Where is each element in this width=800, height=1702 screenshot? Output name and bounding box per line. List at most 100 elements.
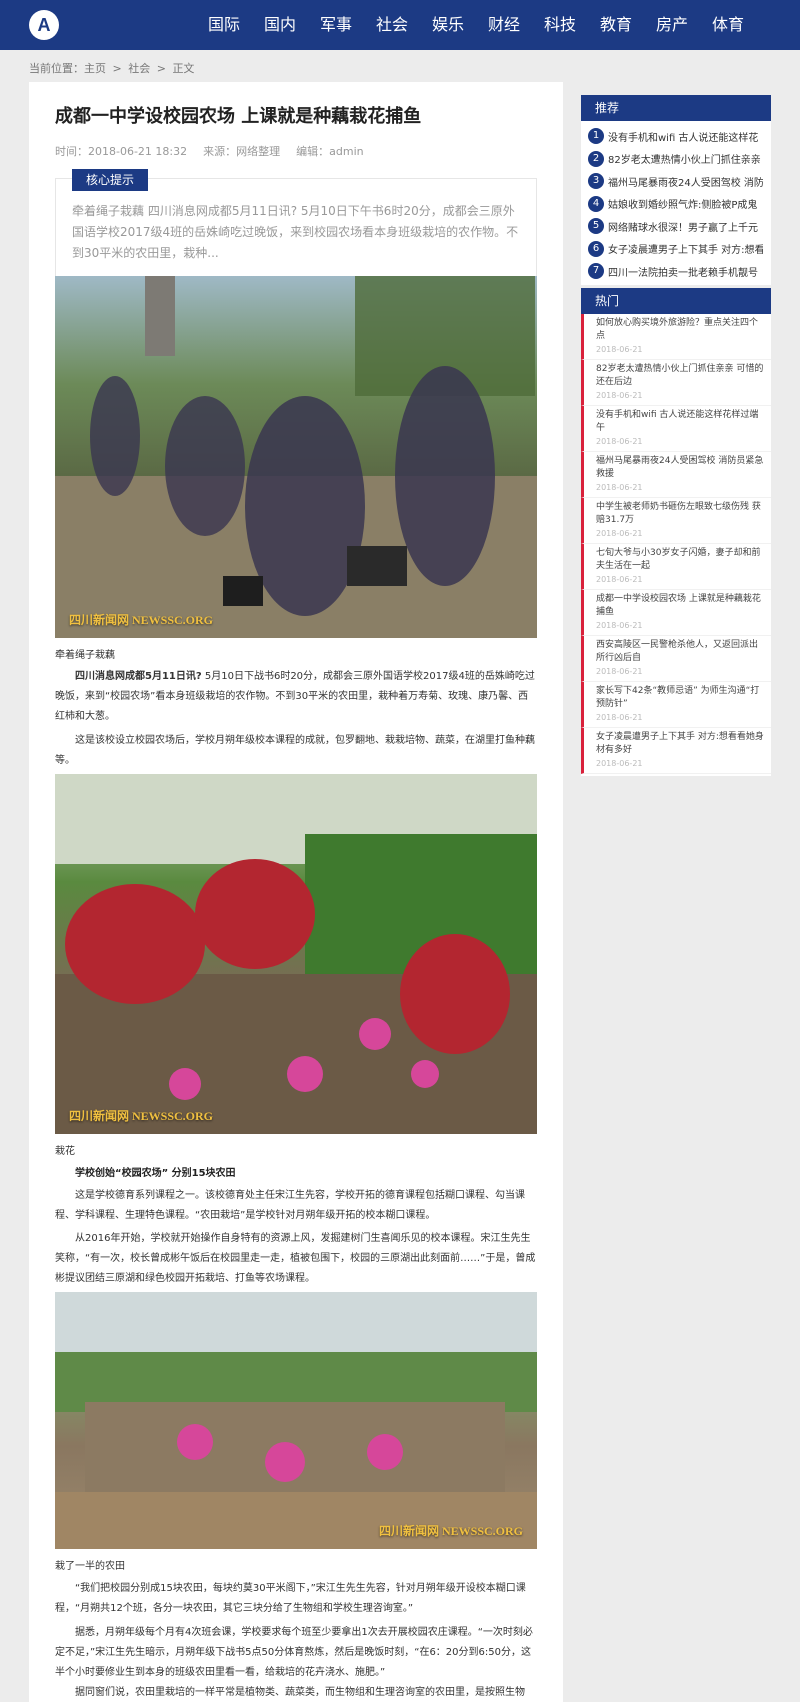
recommend-link[interactable]: 姑娘收到婚纱照气炸:侧脸被P成鬼 [608,196,763,211]
nav-item-realestate[interactable]: 房产 [644,0,700,50]
hot-date: 2018-06-21 [596,621,643,630]
photo-watermark: 四川新闻网 NEWSSC.ORG [69,613,214,627]
nav-item-intl[interactable]: 国际 [196,0,252,50]
nav-item-military[interactable]: 军事 [308,0,364,50]
site-header: A 国际 国内 军事 社会 娱乐 财经 科技 教育 房产 体育 [0,0,800,50]
article-time: 时间：2018-06-21 18:32 [55,145,188,158]
hot-heading: 热门 [581,288,771,314]
hot-link[interactable]: 七旬大爷与小30岁女子闪婚，妻子却和前夫生活在一起 [596,547,765,573]
photo-2-scene [55,774,537,1134]
recommend-item[interactable]: 7 四川一法院拍卖一批老赖手机靓号 [581,260,771,283]
recommend-item[interactable]: 3 福州马尾暴雨夜24人受困驾校 消防 [581,170,771,193]
article-subheading: 学校创始“校园农场” 分别15块农田 [75,1168,236,1179]
article-meta: 时间：2018-06-21 18:32 来源：网络整理 编辑：admin [55,143,364,159]
hot-date: 2018-06-21 [596,345,643,354]
abstract-tag: 核心提示 [72,169,148,191]
article-paragraph: “我们把校园分别成15块农田，每块约莫30平米阁下，”宋江生先生先容，针对月朔年… [55,1583,526,1614]
rank-badge: 7 [588,263,604,280]
article-photo-1: 四川新闻网 NEWSSC.ORG [55,276,537,638]
recommend-link[interactable]: 福州马尾暴雨夜24人受困驾校 消防 [608,174,763,189]
hot-link[interactable]: 家长写下42条“教师忌语” 为师生沟通“打预防针” [596,685,765,711]
recommend-link[interactable]: 没有手机和wifi 古人说还能这样花 [608,129,763,144]
article-paragraph: 从2016年开始，学校就开始操作自身特有的资源上风，发掘建树门生喜闻乐见的校本课… [55,1233,536,1284]
recommend-heading: 推荐 [581,95,771,121]
hot-link[interactable]: 成都一中学设校园农场 上课就是种藕栽花捕鱼 [596,593,765,619]
hot-link[interactable]: 82岁老太遭热情小伙上门抓住亲亲 可惜的还在后边 [596,363,765,389]
nav-item-education[interactable]: 教育 [588,0,644,50]
hot-link[interactable]: 中学生被老师奶书砸伤左眼致七级伤残 获赔31.7万 [596,501,765,527]
photo-caption-1: 牵着绳子栽藕 [55,650,115,661]
hot-item[interactable]: 家长写下42条“教师忌语” 为师生沟通“打预防针” 2018-06-21 [581,682,771,728]
article-paragraph: 据悉，月朔年级每个月有4次班会课，学校要求每个班至少要拿出1次去开展校园农庄课程… [55,1627,533,1678]
rank-badge: 3 [588,173,604,190]
recommend-link[interactable]: 82岁老太遭热情小伙上门抓住亲亲 [608,151,763,166]
article-paragraph: 这是学校德育系列课程之一。该校德育处主任宋江生先容，学校开拓的德育课程包括糊口课… [55,1190,525,1221]
recommend-item[interactable]: 1 没有手机和wifi 古人说还能这样花 [581,125,771,148]
breadcrumb-sep: > [156,62,166,75]
rank-badge: 2 [588,150,604,167]
abstract-text: 牵着绳子栽藕 四川消息网成都5月11日讯? 5月10日下午书6时20分，成都会三… [72,204,519,260]
recommend-list: 1 没有手机和wifi 古人说还能这样花 2 82岁老太遭热情小伙上门抓住亲亲 3福… [581,121,771,283]
recommend-item[interactable]: 5 网络赌球水很深！男子赢了上千元 [581,215,771,238]
hot-link[interactable]: 没有手机和wifi 古人说还能这样花样过端午 [596,409,765,435]
nav-item-entertainment[interactable]: 娱乐 [420,0,476,50]
article-paragraph: 据同窗们说，农田里栽培的一样平常是植物类、蔬菜类，而生物组和生理咨询室的农田里，… [75,1687,525,1698]
hot-item[interactable]: 西安高陵区一民警枪杀他人，又返回派出所行凶后自 2018-06-21 [581,636,771,682]
hot-link[interactable]: 福州马尾暴雨夜24人受困驾校 消防员紧急救援 [596,455,765,481]
hot-date: 2018-06-21 [596,483,643,492]
paragraph-lead: 四川消息网成都5月11日讯? [75,671,202,682]
nav-item-domestic[interactable]: 国内 [252,0,308,50]
recommend-link[interactable]: 四川一法院拍卖一批老赖手机靓号 [608,264,763,279]
hot-date: 2018-06-21 [596,713,643,722]
hot-date: 2018-06-21 [596,759,643,768]
site-logo[interactable]: A [29,10,59,40]
breadcrumb-category[interactable]: 社会 [128,62,150,75]
recommend-link[interactable]: 女子凌晨遭男子上下其手 对方:想看 [608,241,763,256]
rank-badge: 1 [588,128,604,145]
recommend-item[interactable]: 4 姑娘收到婚纱照气炸:侧脸被P成鬼 [581,193,771,216]
logo-icon: A [37,14,51,35]
hot-item[interactable]: 七旬大爷与小30岁女子闪婚，妻子却和前夫生活在一起 2018-06-21 [581,544,771,590]
photo-1-scene [55,276,537,638]
nav-item-tech[interactable]: 科技 [532,0,588,50]
photo-caption-3: 栽了一半的农田 [55,1561,125,1572]
recommend-item[interactable]: 2 82岁老太遭热情小伙上门抓住亲亲 [581,148,771,171]
nav-item-finance[interactable]: 财经 [476,0,532,50]
hot-item[interactable]: 福州马尾暴雨夜24人受困驾校 消防员紧急救援 2018-06-21 [581,452,771,498]
recommend-panel: 推荐 1 没有手机和wifi 古人说还能这样花 2 82岁老太遭热情小伙上门抓住亲亲… [581,95,771,285]
rank-badge: 6 [588,240,604,257]
hot-date: 2018-06-21 [596,391,643,400]
recommend-link[interactable]: 网络赌球水很深！男子赢了上千元 [608,219,763,234]
hot-item[interactable]: 中学生被老师奶书砸伤左眼致七级伤残 获赔31.7万 2018-06-21 [581,498,771,544]
hot-link[interactable]: 如何放心购买境外旅游险？重点关注四个点 [596,317,765,343]
article-card: 成都一中学设校园农场 上课就是种藕栽花捕鱼 时间：2018-06-21 18:3… [29,82,563,1702]
hot-date: 2018-06-21 [596,667,643,676]
nav-item-society[interactable]: 社会 [364,0,420,50]
hot-item[interactable]: 成都一中学设校园农场 上课就是种藕栽花捕鱼 2018-06-21 [581,590,771,636]
hot-item[interactable]: 82岁老太遭热情小伙上门抓住亲亲 可惜的还在后边 2018-06-21 [581,360,771,406]
article-editor: 编辑：admin [296,145,364,158]
photo-caption-2: 栽花 [55,1146,75,1157]
article-paragraph: 四川消息网成都5月11日讯? 5月10日下战书6时20分，成都会三原外国语学校2… [55,667,537,727]
article-title: 成都一中学设校园农场 上课就是种藕栽花捕鱼 [55,106,422,127]
hot-list: 如何放心购买境外旅游险？重点关注四个点 2018-06-21 82岁老太遭热情小伙… [581,314,771,774]
article-photo-3: 四川新闻网 NEWSSC.ORG [55,1292,537,1549]
nav-item-sports[interactable]: 体育 [700,0,756,50]
hot-item[interactable]: 没有手机和wifi 古人说还能这样花样过端午 2018-06-21 [581,406,771,452]
hot-item[interactable]: 女子凌晨遭男子上下其手 对方:想看看她身材有多好 2018-06-21 [581,728,771,774]
photo-watermark: 四川新闻网 NEWSSC.ORG [378,1524,523,1538]
breadcrumb-sep: > [112,62,122,75]
rank-badge: 5 [588,218,604,235]
hot-link[interactable]: 西安高陵区一民警枪杀他人，又返回派出所行凶后自 [596,639,765,665]
recommend-item[interactable]: 6 女子凌晨遭男子上下其手 对方:想看 [581,238,771,261]
breadcrumb-current: 正文 [172,62,195,75]
photo-3-scene [55,1292,537,1549]
article-photo-2: 四川新闻网 NEWSSC.ORG [55,774,537,1134]
hot-link[interactable]: 女子凌晨遭男子上下其手 对方:想看看她身材有多好 [596,731,765,757]
rank-badge: 4 [588,195,604,212]
photo-watermark: 四川新闻网 NEWSSC.ORG [69,1109,214,1123]
hot-date: 2018-06-21 [596,437,643,446]
hot-item[interactable]: 如何放心购买境外旅游险？重点关注四个点 2018-06-21 [581,314,771,360]
breadcrumb-home[interactable]: 当前位置：主页 [29,62,106,75]
hot-date: 2018-06-21 [596,529,643,538]
